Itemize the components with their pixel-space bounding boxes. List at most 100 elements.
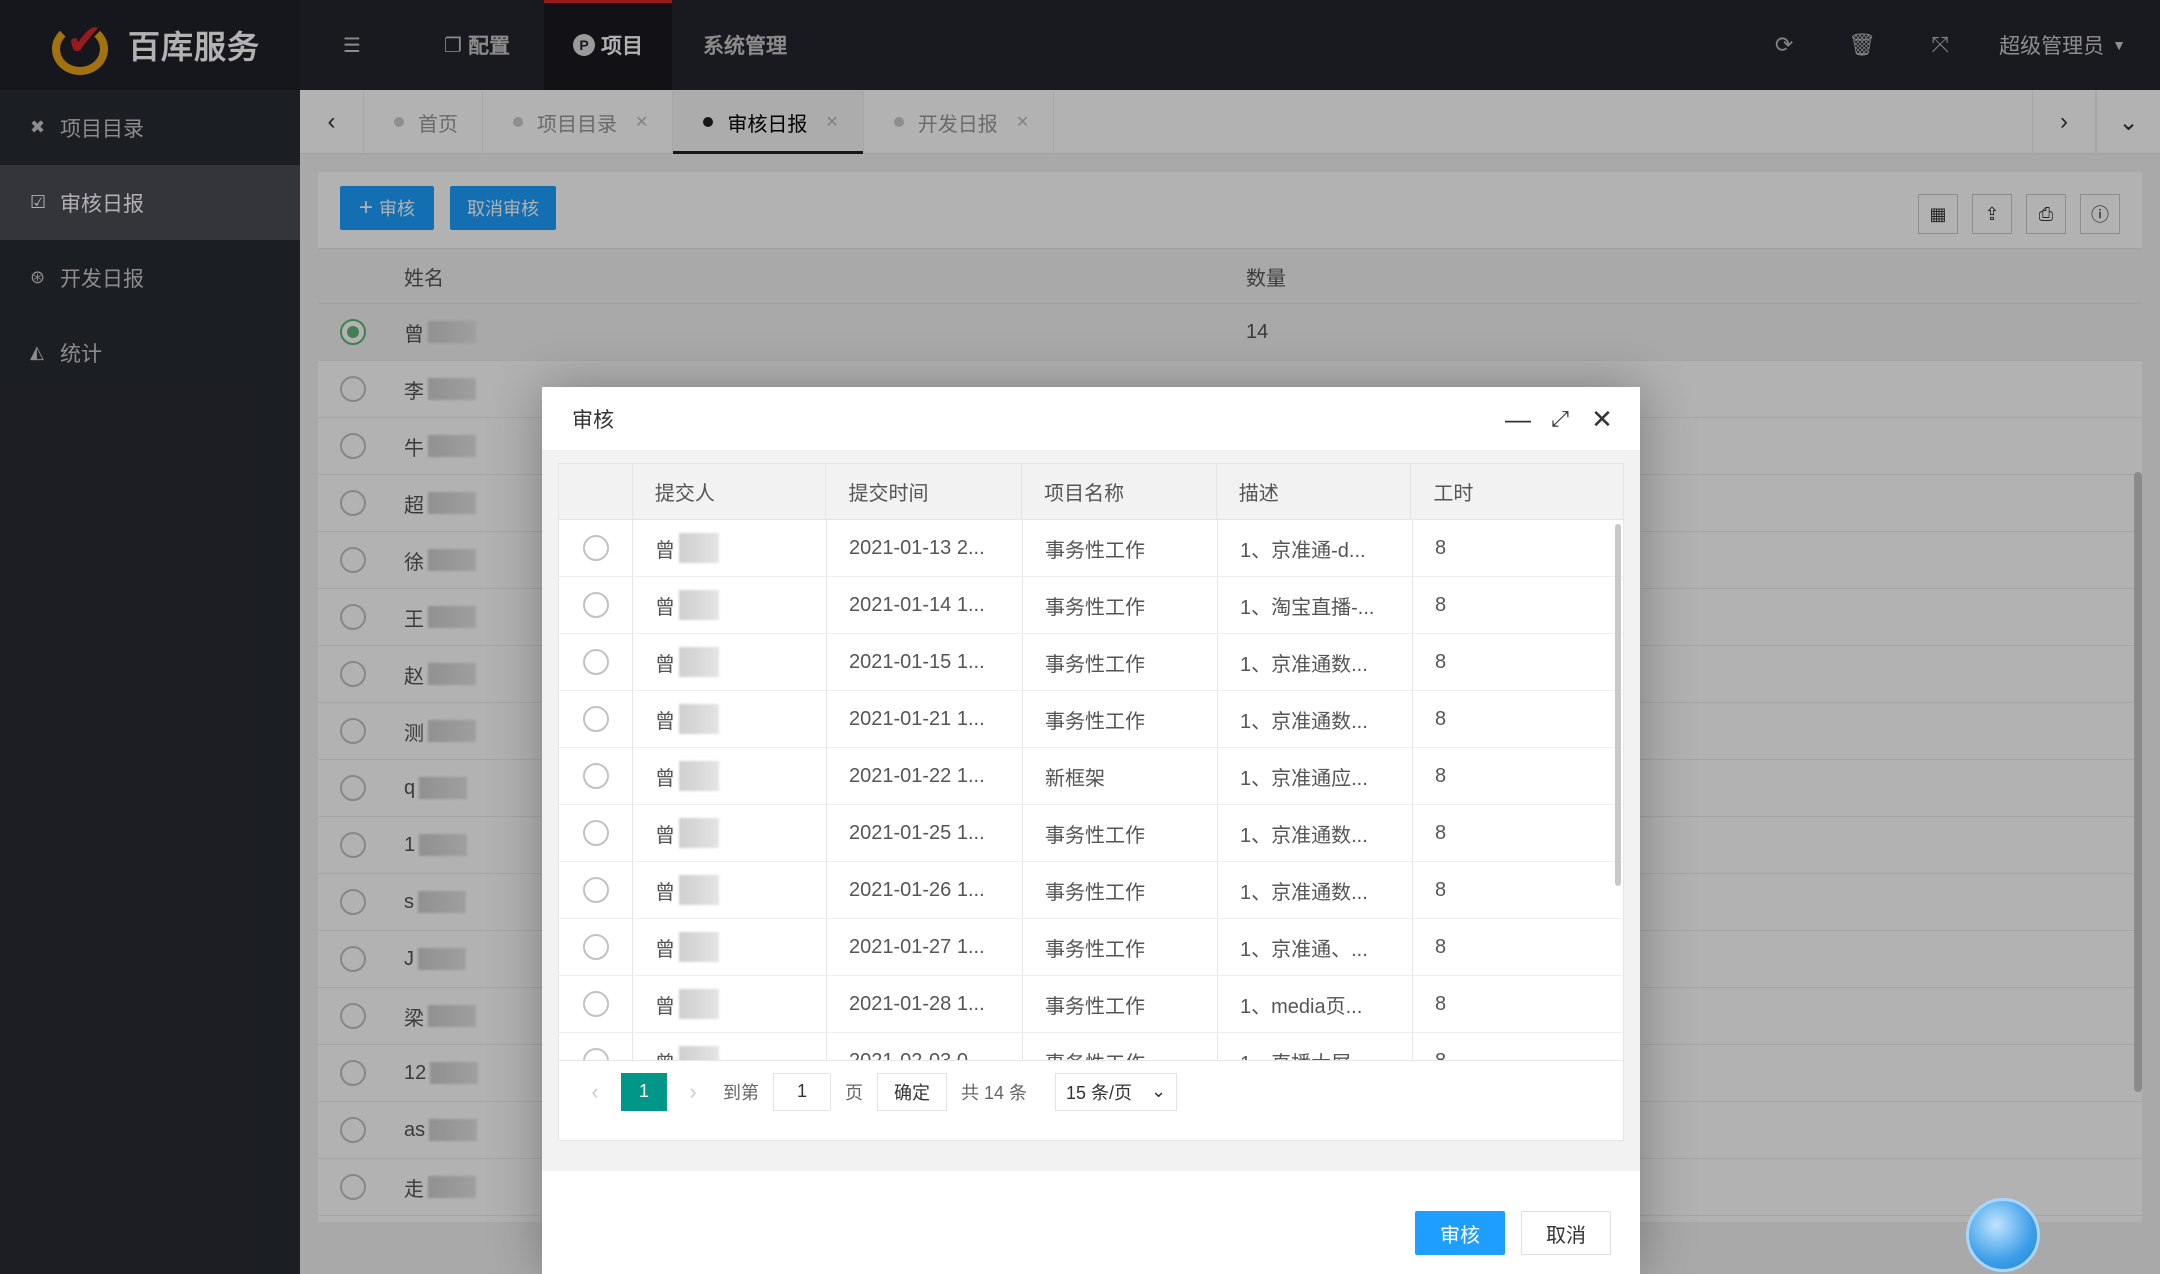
row-hours: 8 — [1435, 764, 1447, 787]
row-time: 2021-01-13 2... — [827, 520, 1023, 576]
row-project: 事务性工作 — [1023, 520, 1218, 576]
report-table-scrollbar[interactable] — [1615, 524, 1621, 886]
report-table: 提交人 提交时间 项目名称 描述 工时 曾 2021-01-13 2... 事务性工… — [558, 463, 1625, 1141]
row-hours: 8 — [1435, 935, 1447, 958]
row-radio[interactable] — [582, 1048, 609, 1060]
dialog-approve-button[interactable]: 审核 — [1415, 1211, 1505, 1255]
redacted-text — [679, 590, 719, 620]
row-project: 事务性工作 — [1023, 1033, 1218, 1060]
row-radio[interactable] — [582, 706, 609, 732]
goto-confirm-button[interactable]: 确定 — [877, 1072, 947, 1111]
approve-dialog: 审核 — ⤢ ✕ 提交人 提交时间 项目名称 描述 工时 曾 2021-01-13… — [542, 387, 1640, 1274]
row-project: 事务性工作 — [1023, 691, 1218, 747]
dialog-cancel-button[interactable]: 取消 — [1521, 1211, 1611, 1255]
redacted-text — [679, 1046, 719, 1060]
maximize-icon[interactable]: ⤢ — [1542, 401, 1578, 437]
redacted-text — [679, 533, 719, 563]
redacted-text — [679, 818, 719, 848]
row-submitter: 曾 — [655, 539, 675, 562]
page-unit-label: 页 — [845, 1082, 863, 1103]
floating-assistant-icon[interactable] — [1966, 1198, 2040, 1272]
row-time: 2021-01-22 1... — [827, 748, 1023, 804]
row-desc: 1、京准通数... — [1218, 862, 1413, 918]
dialog-body: 提交人 提交时间 项目名称 描述 工时 曾 2021-01-13 2... 事务性工… — [542, 451, 1640, 1171]
current-page[interactable]: 1 — [621, 1072, 667, 1111]
row-submitter: 曾 — [655, 653, 675, 676]
report-row[interactable]: 曾 2021-01-25 1... 事务性工作 1、京准通数... 8 — [559, 805, 1625, 862]
minimize-icon[interactable]: — — [1500, 401, 1536, 437]
row-project: 事务性工作 — [1023, 805, 1218, 861]
row-time: 2021-01-15 1... — [827, 634, 1023, 690]
row-time: 2021-01-27 1... — [827, 919, 1023, 975]
row-desc: 1、直播大屏... — [1218, 1033, 1413, 1060]
report-row[interactable]: 曾 2021-02-03 0...事务性工作1、直播大屏...8 — [559, 1033, 1625, 1060]
goto-label: 到第 — [723, 1082, 759, 1103]
row-time: 2021-01-28 1... — [827, 976, 1023, 1032]
report-row[interactable]: 曾 2021-01-28 1... 事务性工作 1、media页... 8 — [559, 976, 1625, 1033]
redacted-text — [679, 704, 719, 734]
row-project: 事务性工作 — [1023, 976, 1218, 1032]
row-hours: 8 — [1435, 536, 1447, 559]
redacted-text — [679, 875, 719, 905]
row-desc: 1、京准通-d... — [1218, 520, 1413, 576]
row-radio[interactable] — [582, 649, 609, 675]
column-project: 项目名称 — [1022, 464, 1217, 519]
row-time: 2021-01-21 1... — [827, 691, 1023, 747]
report-table-header: 提交人 提交时间 项目名称 描述 工时 — [559, 464, 1623, 520]
row-desc: 1、淘宝直播-... — [1218, 577, 1413, 633]
redacted-text — [679, 647, 719, 677]
pagination: ‹ 1 › 到第 1 页 确定 共 14 条 15 条/页 ⌄ — [559, 1060, 1625, 1122]
row-radio[interactable] — [582, 763, 609, 789]
close-icon[interactable]: ✕ — [1584, 401, 1620, 437]
total-count: 共 14 条 — [961, 1082, 1028, 1103]
row-time: 2021-02-03 0... — [827, 1033, 1023, 1060]
report-row[interactable]: 曾 2021-01-14 1... 事务性工作 1、淘宝直播-... 8 — [559, 577, 1625, 634]
report-row[interactable]: 曾 2021-01-26 1... 事务性工作 1、京准通数... 8 — [559, 862, 1625, 919]
prev-page-icon[interactable]: ‹ — [579, 1079, 611, 1105]
row-desc: 1、京准通数... — [1218, 805, 1413, 861]
row-radio[interactable] — [582, 592, 609, 618]
row-hours: 8 — [1413, 1033, 1625, 1061]
row-submitter: 曾 — [655, 881, 675, 904]
next-page-icon[interactable]: › — [677, 1079, 709, 1105]
redacted-text — [679, 989, 719, 1019]
redacted-text — [679, 932, 719, 962]
row-desc: 1、京准通应... — [1218, 748, 1413, 804]
row-radio[interactable] — [582, 535, 609, 561]
report-table-body: 曾 2021-01-13 2... 事务性工作 1、京准通-d... 8 曾 2021-01… — [559, 520, 1625, 1060]
report-row[interactable]: 曾 2021-01-21 1... 事务性工作 1、京准通数... 8 — [559, 691, 1625, 748]
row-hours: 8 — [1435, 821, 1447, 844]
column-submitter: 提交人 — [633, 464, 827, 519]
report-row[interactable]: 曾 2021-01-27 1... 事务性工作 1、京准通、... 8 — [559, 919, 1625, 976]
row-radio[interactable] — [582, 877, 609, 903]
redacted-text — [679, 761, 719, 791]
column-hours: 工时 — [1433, 483, 1474, 505]
column-desc: 描述 — [1217, 464, 1412, 519]
row-time: 2021-01-25 1... — [827, 805, 1023, 861]
page-size-select[interactable]: 15 条/页 ⌄ — [1055, 1072, 1178, 1111]
row-time: 2021-01-14 1... — [827, 577, 1023, 633]
row-radio[interactable] — [582, 820, 609, 846]
row-desc: 1、京准通数... — [1218, 691, 1413, 747]
row-hours: 8 — [1435, 878, 1447, 901]
row-submitter: 曾 — [655, 596, 675, 619]
row-submitter: 曾 — [655, 938, 675, 961]
row-time: 2021-01-26 1... — [827, 862, 1023, 918]
row-radio[interactable] — [582, 991, 609, 1017]
row-desc: 1、京准通数... — [1218, 634, 1413, 690]
dialog-header: 审核 — ⤢ ✕ — [542, 387, 1640, 451]
page-input[interactable]: 1 — [773, 1072, 831, 1111]
row-radio[interactable] — [582, 934, 609, 960]
row-hours: 8 — [1435, 593, 1447, 616]
row-hours: 8 — [1435, 707, 1447, 730]
row-project: 新框架 — [1023, 748, 1218, 804]
report-row[interactable]: 曾 2021-01-13 2... 事务性工作 1、京准通-d... 8 — [559, 520, 1625, 577]
report-row[interactable]: 曾 2021-01-22 1... 新框架 1、京准通应... 8 — [559, 748, 1625, 805]
row-submitter: 曾 — [655, 824, 675, 847]
chevron-down-icon: ⌄ — [1150, 1081, 1167, 1101]
row-submitter: 曾 — [655, 995, 675, 1018]
column-time: 提交时间 — [826, 464, 1023, 519]
row-hours: 8 — [1435, 650, 1447, 673]
report-row[interactable]: 曾 2021-01-15 1... 事务性工作 1、京准通数... 8 — [559, 634, 1625, 691]
row-submitter: 曾 — [655, 710, 675, 733]
